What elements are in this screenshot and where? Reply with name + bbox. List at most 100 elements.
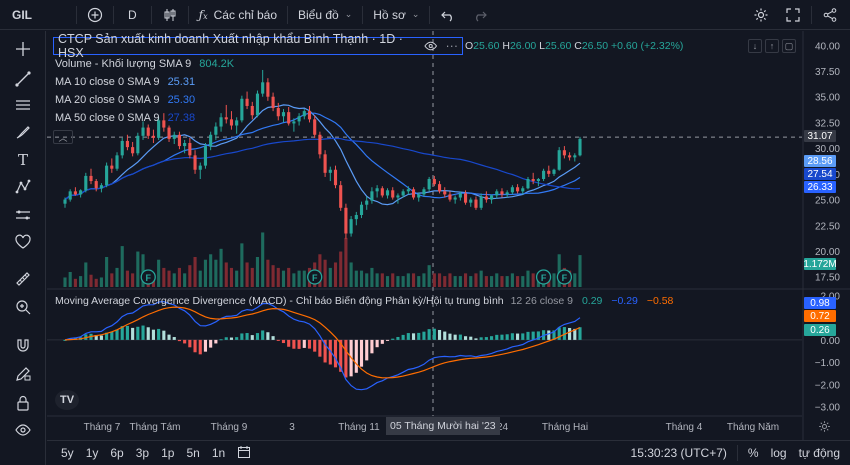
macd-histogram-bar: [432, 328, 436, 340]
favorites-tool-button[interactable]: [13, 232, 33, 252]
candle-body: [427, 179, 431, 190]
macd-histogram-bar: [229, 337, 234, 340]
candle-body: [151, 135, 155, 138]
auto-scale-toggle[interactable]: tự động: [793, 446, 850, 460]
event-marker-label: F: [145, 273, 151, 283]
range-5y-button[interactable]: 5y: [55, 446, 80, 460]
magnet-tool-button[interactable]: [13, 336, 33, 356]
collapse-legend-button[interactable]: ︿: [53, 130, 73, 144]
candle-body: [73, 191, 77, 195]
candle-body: [578, 138, 582, 156]
more-icon[interactable]: ···: [446, 39, 459, 53]
volume-price-tag: 1.172M: [803, 258, 837, 270]
move-pane-down-button[interactable]: ↓: [748, 39, 762, 53]
eye-icon[interactable]: [424, 40, 438, 52]
volume-bar: [255, 257, 260, 287]
crosshair-tool-button[interactable]: [13, 39, 33, 59]
tradingview-logo[interactable]: TV: [55, 390, 79, 410]
candle-body: [484, 196, 488, 200]
macd-legend[interactable]: Moving Average Covergence Divergence (MA…: [55, 295, 673, 307]
volume-bar: [427, 265, 431, 287]
hide-drawings-button[interactable]: [13, 420, 33, 440]
macd-histogram-bar: [235, 337, 239, 340]
symbol-label: GIL: [12, 7, 32, 22]
volume-bar: [281, 270, 286, 287]
range-5d-button[interactable]: 5n: [180, 446, 205, 460]
volume-bar: [359, 270, 364, 287]
clock-label[interactable]: 15:30:23 (UTC+7): [625, 446, 733, 460]
macd-histogram-bar: [411, 333, 416, 340]
settings-button[interactable]: [745, 0, 777, 30]
macd-histogram-bar: [136, 326, 140, 340]
divider: [187, 5, 189, 24]
measure-tool-button[interactable]: [13, 205, 33, 225]
volume-bar: [500, 276, 504, 287]
share-button[interactable]: [814, 0, 850, 30]
volume-bar: [437, 273, 442, 287]
high-value: 26.00: [509, 40, 537, 52]
range-3m-button[interactable]: 3p: [130, 446, 155, 460]
redo-button[interactable]: [464, 0, 496, 30]
move-pane-up-button[interactable]: ↑: [765, 39, 779, 53]
ma20-value: 25.30: [167, 94, 196, 106]
profile-button[interactable]: Hồ sơ ⌄: [365, 0, 427, 30]
interval-button[interactable]: D: [116, 0, 149, 30]
volume-bar: [344, 237, 348, 287]
volume-bar: [391, 273, 395, 287]
candlestick-icon: [164, 8, 176, 21]
volume-bar: [370, 267, 374, 287]
ma50-legend-row[interactable]: MA 50 close 0 SMA 9 27.38: [53, 109, 463, 127]
percent-toggle[interactable]: %: [742, 446, 765, 460]
trendline-tool-button[interactable]: [13, 69, 33, 89]
volume-bar: [136, 251, 140, 287]
volume-bar: [328, 267, 332, 287]
macd-histogram-bar: [557, 327, 561, 340]
series-title-box[interactable]: CTCP Sản xuất kinh doanh Xuất nhập khẩu …: [53, 32, 463, 60]
log-toggle[interactable]: log: [765, 446, 793, 460]
undo-button[interactable]: [432, 0, 464, 30]
macd-histogram-bar: [344, 339, 348, 378]
goto-realtime-button[interactable]: [818, 420, 831, 436]
macd-histogram-bar: [131, 327, 135, 340]
chart-type-button[interactable]: Biểu đồ ⌄: [290, 0, 360, 30]
crosshair-price-tag: 31.07: [804, 130, 836, 142]
lock-button[interactable]: [13, 393, 33, 413]
zoom-in-icon: [16, 300, 31, 315]
lock-icon: [17, 395, 29, 411]
range-1d-button[interactable]: 1n: [206, 446, 231, 460]
maximize-pane-button[interactable]: ▢: [782, 39, 796, 53]
macd-histogram-bar: [380, 339, 384, 344]
zoom-tool-button[interactable]: [13, 297, 33, 317]
horizontal-lines-tool-button[interactable]: [13, 95, 33, 115]
macd-histogram-bar: [245, 333, 249, 340]
ruler-tool-button[interactable]: [13, 269, 33, 289]
macd-tag-2: 0.72: [804, 310, 836, 322]
macd-histogram-bar: [261, 330, 265, 340]
candle-body: [172, 134, 176, 139]
candle-body: [84, 175, 88, 191]
pattern-tool-button[interactable]: [13, 177, 33, 197]
ma20-legend-row[interactable]: MA 20 close 0 SMA 9 25.30: [53, 91, 463, 109]
divider: [287, 5, 289, 24]
ma10-legend-row[interactable]: MA 10 close 0 SMA 9 25.31: [53, 73, 463, 91]
range-6m-button[interactable]: 6p: [104, 446, 129, 460]
macd-histogram-bar: [115, 329, 119, 340]
range-1m-button[interactable]: 1p: [155, 446, 180, 460]
open-value: 25.60: [473, 40, 500, 52]
compare-button[interactable]: [79, 0, 111, 30]
close-tag-value: 26.33: [807, 181, 833, 193]
macd-histogram-bar: [385, 339, 390, 341]
fullscreen-button[interactable]: [777, 0, 809, 30]
date-range-button[interactable]: [231, 445, 257, 462]
candle-body: [536, 179, 540, 182]
candle-style-button[interactable]: [154, 0, 186, 30]
volume-bar: [474, 273, 478, 287]
symbol-search-button[interactable]: GIL: [0, 0, 74, 30]
indicators-button[interactable]: ƒx Các chỉ báo: [191, 0, 285, 30]
volume-value: 804.2K: [199, 58, 235, 70]
lock-drawing-button[interactable]: [13, 364, 33, 384]
brush-tool-button[interactable]: [13, 122, 33, 142]
volume-bar: [573, 273, 577, 287]
text-tool-button[interactable]: T: [13, 150, 33, 170]
range-1y-button[interactable]: 1y: [80, 446, 105, 460]
